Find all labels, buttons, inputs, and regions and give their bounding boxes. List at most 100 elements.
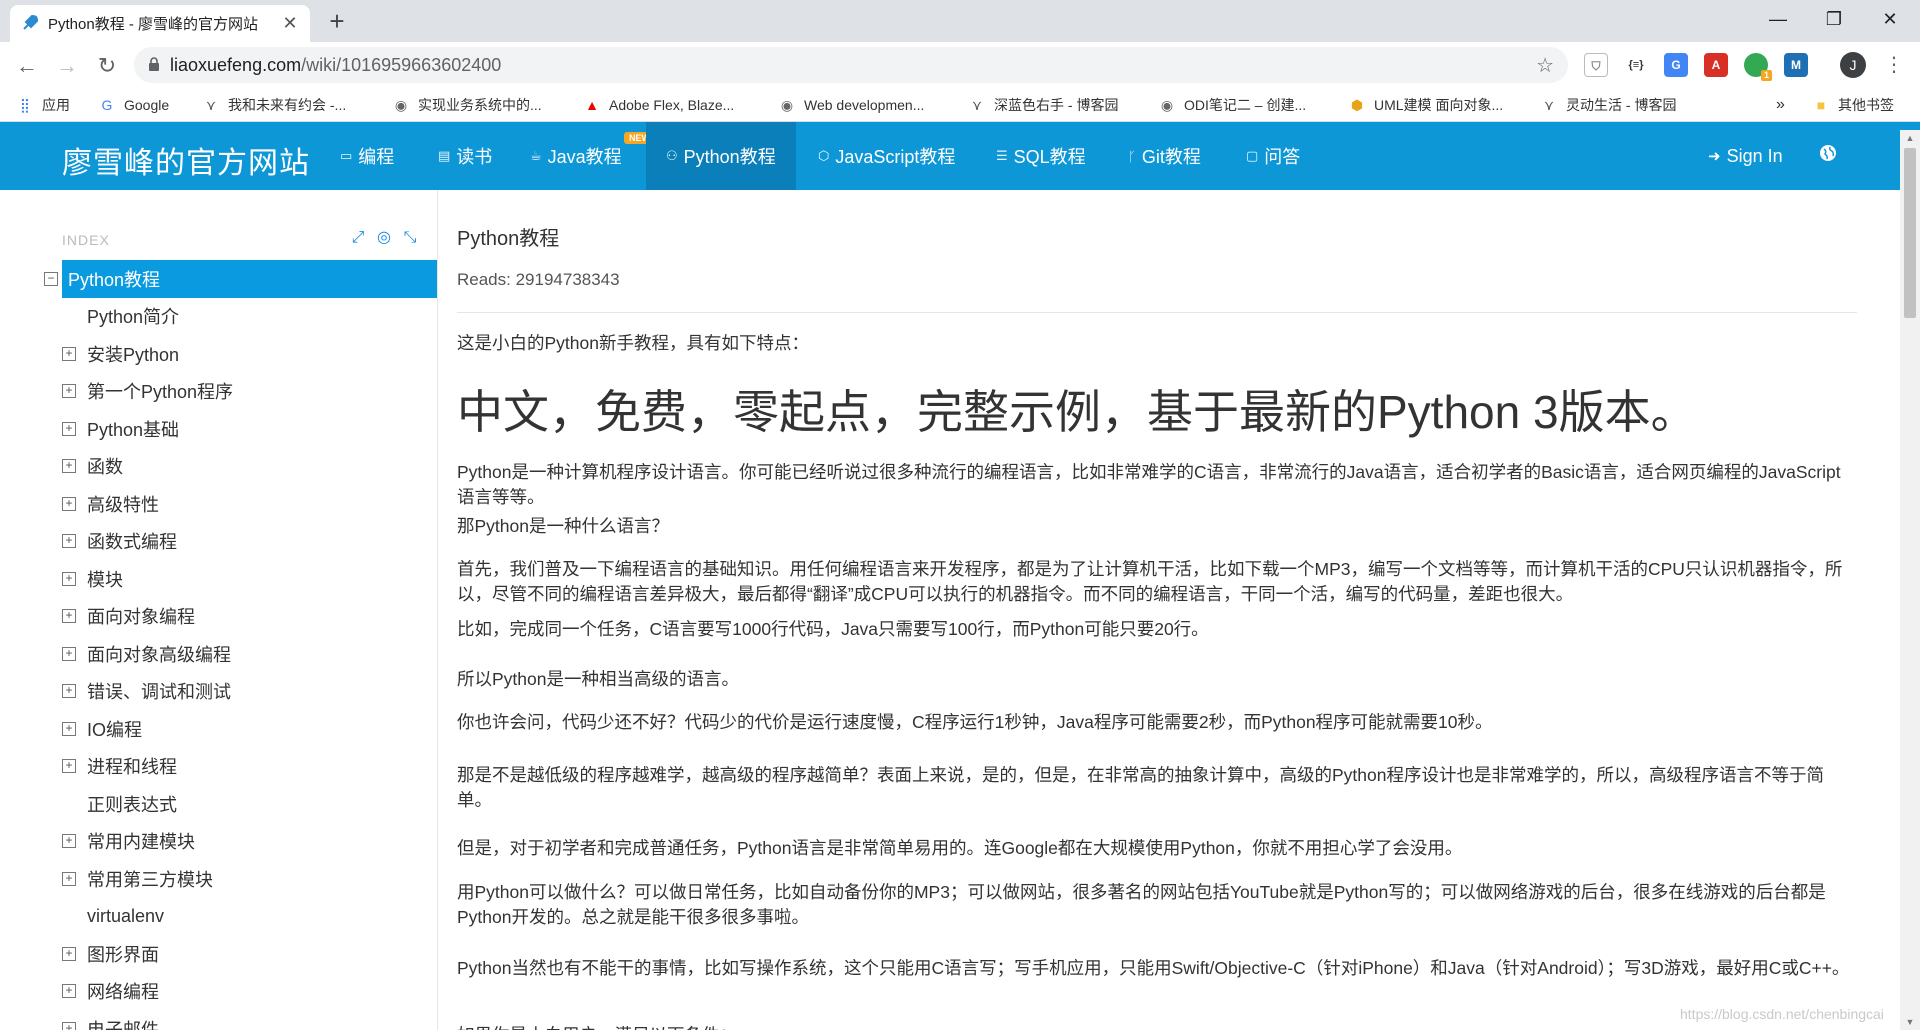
bookmark-item[interactable]: ⋎ 灵动生活 - 博客园	[1540, 94, 1677, 116]
nav-item[interactable]: ᚴ Git教程	[1120, 122, 1209, 190]
tree-item[interactable]: + 函数	[0, 448, 437, 486]
expand-toggle-icon[interactable]: +	[62, 721, 76, 736]
tree-item-label: 图形界面	[87, 944, 159, 965]
nav-item-label: 读书	[456, 147, 493, 167]
expand-toggle-icon[interactable]: +	[62, 984, 76, 999]
article-paragraph: Python当然也有不能干的事情，比如写操作系统，这个只能用C语言写；写手机应用…	[457, 958, 1850, 978]
profile-avatar[interactable]: J	[1840, 52, 1866, 78]
nav-item[interactable]: ▤ 读书	[430, 122, 500, 190]
bookmark-item[interactable]: ⣿ 应用	[16, 94, 70, 116]
nav-item[interactable]: ⬡ JavaScript教程	[810, 122, 963, 190]
forward-button[interactable]: →	[50, 49, 84, 83]
tree-item[interactable]: + 模块	[0, 560, 437, 598]
tree-item[interactable]: + 常用第三方模块	[0, 860, 437, 898]
tree-item[interactable]: + IO编程	[0, 710, 437, 748]
bookmark-item[interactable]: ◉ ODI笔记二 – 创建...	[1158, 94, 1306, 116]
pdf-extension-icon[interactable]: A	[1704, 53, 1728, 77]
translate-extension-icon[interactable]: G	[1664, 53, 1688, 77]
tree-item[interactable]: + 图形界面	[0, 935, 437, 973]
bookmark-item[interactable]: ◉ 实现业务系统中的...	[392, 94, 542, 116]
bookmark-item[interactable]: G Google	[98, 94, 170, 116]
expand-toggle-icon[interactable]: +	[62, 346, 76, 361]
expand-toggle-icon[interactable]: +	[62, 834, 76, 849]
new-tab-button[interactable]: +	[322, 6, 352, 36]
bookmark-item[interactable]: ⬢ UML建模 面向对象...	[1348, 94, 1503, 116]
scroll-up-arrow-icon[interactable]: ▲	[1904, 132, 1916, 144]
bookmark-item[interactable]: ▲ Adobe Flex, Blaze...	[583, 94, 734, 116]
expand-toggle-icon[interactable]: +	[62, 946, 76, 961]
tree-item[interactable]: + 进程和线程	[0, 748, 437, 786]
nav-item[interactable]: ▭ 编程	[332, 122, 402, 190]
intro-paragraph: 这是小白的Python新手教程，具有如下特点：	[457, 333, 809, 353]
tab-close-icon[interactable]: ✕	[280, 13, 300, 34]
tree-item[interactable]: + 面向对象编程	[0, 598, 437, 636]
expand-toggle-icon[interactable]: +	[62, 571, 76, 586]
expand-toggle-icon[interactable]: +	[62, 1021, 76, 1030]
expand-toggle-icon[interactable]: +	[62, 684, 76, 699]
nav-item[interactable]: ☕ Java教程	[522, 122, 630, 190]
scroll-down-arrow-icon[interactable]: ▼	[1904, 1016, 1916, 1028]
tree-item-selected[interactable]: − Python教程	[44, 260, 437, 298]
tree-item[interactable]: Python简介	[0, 298, 437, 336]
bookmark-item[interactable]: ⋎ 我和未来有约会 -...	[202, 94, 346, 116]
bookmark-star-icon[interactable]: ☆	[1536, 53, 1554, 78]
back-button[interactable]: ←	[10, 49, 44, 83]
globe-icon: ◉	[394, 97, 408, 113]
sign-in-link[interactable]: ➜ Sign In	[1708, 122, 1783, 190]
address-bar[interactable]: liaoxuefeng.com/wiki/1016959663602400 ☆	[134, 47, 1568, 83]
nav-item[interactable]: ▢ 问答	[1238, 122, 1308, 190]
browser-tab-active[interactable]: Python教程 - 廖雪峰的官方网站 ✕	[10, 5, 310, 42]
expand-toggle-icon[interactable]: +	[62, 646, 76, 661]
chat-extension-icon[interactable]: 1	[1744, 53, 1772, 81]
nav-item[interactable]: ☰ SQL教程	[988, 122, 1094, 190]
cnblogs-icon: ⋎	[205, 97, 217, 113]
tree-item-label: virtualenv	[87, 905, 165, 926]
other-bookmarks[interactable]: ■ 其他书签	[1812, 94, 1894, 116]
locate-current-icon[interactable]: ◎	[374, 228, 394, 248]
minimize-button[interactable]: —	[1750, 0, 1806, 38]
json-extension-icon[interactable]: {≡}	[1624, 53, 1648, 77]
tree-item[interactable]: + 常用内建模块	[0, 823, 437, 861]
expand-toggle-icon[interactable]: +	[62, 421, 76, 436]
scroll-thumb[interactable]	[1904, 148, 1916, 318]
browser-menu-icon[interactable]: ⋮	[1884, 52, 1904, 78]
close-window-button[interactable]: ✕	[1862, 0, 1918, 38]
tree-item-label: 第一个Python程序	[87, 382, 234, 403]
page-scrollbar[interactable]: ▲ ▼	[1900, 130, 1920, 1030]
tree-item[interactable]: + 错误、调试和测试	[0, 673, 437, 711]
collapse-all-icon[interactable]: ⤡	[400, 228, 420, 248]
expand-toggle-icon[interactable]: +	[62, 459, 76, 474]
tree-item[interactable]: virtualenv	[0, 898, 437, 936]
bookmarks-overflow-button[interactable]: »	[1776, 94, 1785, 116]
reload-button[interactable]: ↻	[90, 49, 124, 83]
expand-toggle-icon[interactable]: +	[62, 534, 76, 549]
collapse-toggle-icon[interactable]: −	[44, 271, 58, 286]
tree-item[interactable]: + 安装Python	[0, 335, 437, 373]
chat-icon: ▢	[1246, 148, 1259, 163]
site-brand[interactable]: 廖雪峰的官方网站	[62, 138, 310, 182]
expand-toggle-icon[interactable]: +	[62, 759, 76, 774]
nav-item[interactable]: ⚇ Python教程	[646, 122, 796, 190]
tree-item[interactable]: + 电子邮件	[0, 1010, 437, 1030]
article-paragraph: 你也许会问，代码少还不好？代码少的代价是运行速度慢，C程序运行1秒钟，Java程…	[457, 712, 1493, 732]
shield-extension-icon[interactable]: ⛉	[1584, 53, 1608, 77]
expand-toggle-icon[interactable]: +	[62, 609, 76, 624]
bookmark-item[interactable]: ⋎ 深蓝色右手 - 博客园	[968, 94, 1119, 116]
bookmark-label: Google	[124, 97, 170, 113]
bookmark-item[interactable]: ◉ Web developmen...	[778, 94, 924, 116]
language-globe-icon[interactable]	[1818, 144, 1838, 164]
tree-item[interactable]: + 面向对象高级编程	[0, 635, 437, 673]
expand-toggle-icon[interactable]: +	[62, 871, 76, 886]
m-extension-icon[interactable]: M	[1784, 53, 1808, 77]
tree-item[interactable]: + 网络编程	[0, 973, 437, 1011]
expand-toggle-icon[interactable]: +	[62, 384, 76, 399]
expand-all-icon[interactable]: ⤢	[348, 228, 368, 248]
tree-item[interactable]: + 第一个Python程序	[0, 373, 437, 411]
index-tree: − Python教程 Python简介 + 安装Python + 第一个Python程序 + P…	[0, 260, 437, 1030]
restore-button[interactable]: ❐	[1806, 0, 1862, 38]
tree-item[interactable]: + 函数式编程	[0, 523, 437, 561]
tree-item[interactable]: 正则表达式	[0, 785, 437, 823]
tree-item[interactable]: + 高级特性	[0, 485, 437, 523]
tree-item[interactable]: + Python基础	[0, 410, 437, 448]
expand-toggle-icon[interactable]: +	[62, 496, 76, 511]
